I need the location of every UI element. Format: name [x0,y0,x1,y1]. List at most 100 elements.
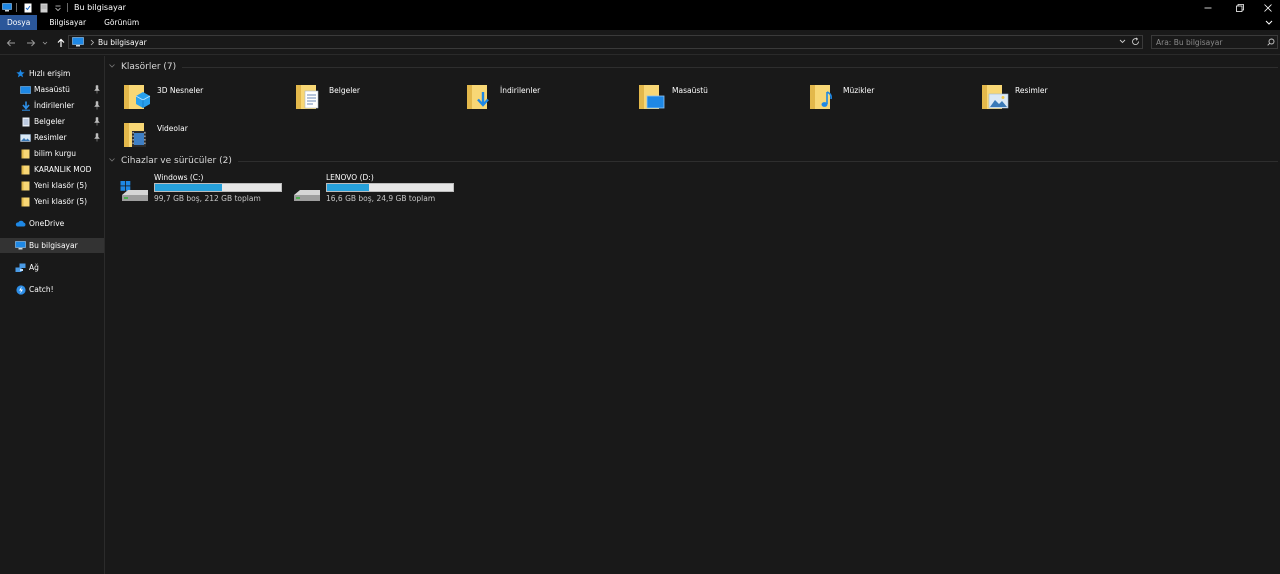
group-header-drives[interactable]: Cihazlar ve sürücüler (2) [106,154,1280,168]
search-input[interactable]: Ara: Bu bilgisayar [1156,38,1267,47]
folder-icon [20,165,31,175]
pin-icon[interactable] [93,133,101,142]
computer-icon [15,241,26,251]
star-icon [15,69,26,79]
group-divider [237,160,1278,162]
sidebar-item-yeni-klasor-1[interactable]: Yeni klasör (5) [0,178,104,193]
window-title: Bu bilgisayar [74,3,126,12]
folder-desktop[interactable]: Masaüstü [638,82,798,114]
expand-ribbon-icon[interactable] [1264,17,1274,27]
desktop-icon [20,85,31,95]
sidebar-item-label: bilim kurgu [34,149,77,158]
properties-icon[interactable] [23,3,33,13]
pictures-folder-icon [981,82,1009,112]
drive-icon [292,181,322,203]
close-button[interactable] [1256,0,1280,15]
pin-icon[interactable] [93,117,101,126]
pictures-icon [20,133,31,143]
minimize-button[interactable] [1192,0,1224,15]
sidebar-item-onedrive[interactable]: OneDrive [0,216,104,231]
folder-label: 3D Nesneler [157,86,204,95]
folder-documents[interactable]: Belgeler [295,82,455,114]
drive-usage-fill [155,184,222,191]
sidebar-item-desktop[interactable]: Masaüstü [0,82,104,97]
sidebar-item-label: Resimler [34,133,67,142]
drive-name: Windows (C:) [154,173,204,182]
tab-gorunum[interactable]: Görünüm [97,15,146,30]
ribbon-tabs: Dosya Bilgisayar Görünüm [0,15,1280,30]
sidebar-item-catch[interactable]: Catch! [0,282,104,297]
downloads-folder-icon [466,82,494,112]
pin-icon[interactable] [93,101,101,110]
drive-usage-bar [326,183,454,192]
sidebar-item-network[interactable]: Ağ [0,260,104,275]
sidebar-item-label: Ağ [29,263,39,272]
new-folder-icon[interactable] [39,3,49,13]
windows-drive-icon [120,181,150,203]
breadcrumb-separator-icon[interactable] [90,39,95,46]
sidebar-item-bilim-kurgu[interactable]: bilim kurgu [0,146,104,161]
search-box[interactable]: Ara: Bu bilgisayar [1151,35,1278,49]
document-icon [20,117,31,127]
pin-icon[interactable] [93,85,101,94]
refresh-icon[interactable] [1131,37,1140,46]
folder-icon [20,149,31,159]
folder-3d-objects[interactable]: 3D Nesneler [123,82,283,114]
drive-space-info: 99,7 GB boş, 212 GB toplam [154,194,261,203]
folder-label: Videolar [157,124,188,133]
recent-locations-icon[interactable] [41,37,49,49]
sidebar-item-yeni-klasor-2[interactable]: Yeni klasör (5) [0,194,104,209]
sidebar-item-downloads[interactable]: İndirilenler [0,98,104,113]
drive-space-info: 16,6 GB boş, 24,9 GB toplam [326,194,436,203]
folder-pictures[interactable]: Resimler [981,82,1141,114]
sidebar-item-karanlik-mod[interactable]: KARANLIK MOD [0,162,104,177]
sidebar-item-this-pc[interactable]: Bu bilgisayar [0,238,104,253]
network-icon [15,263,26,273]
sidebar-item-documents[interactable]: Belgeler [0,114,104,129]
sidebar-item-pictures[interactable]: Resimler [0,130,104,145]
group-divider [182,66,1278,68]
sidebar-item-label: KARANLIK MOD [34,165,92,174]
folder-label: Masaüstü [672,86,708,95]
drive-name: LENOVO (D:) [326,173,374,182]
music-folder-icon [809,82,837,112]
up-button[interactable] [55,37,67,49]
catch-icon [15,284,26,295]
restore-button[interactable] [1224,0,1256,15]
group-title: Klasörler (7) [121,62,177,72]
videos-folder-icon [123,120,151,150]
customize-quick-access-icon[interactable] [53,3,63,13]
sidebar-item-label: Masaüstü [34,85,70,94]
computer-icon [72,37,84,47]
desktop-folder-icon [638,82,666,112]
forward-button[interactable] [25,37,37,49]
folder-videos[interactable]: Videolar [123,120,283,152]
drive-lenovo-d[interactable]: LENOVO (D:) 16,6 GB boş, 24,9 GB toplam [292,173,462,207]
folder-label: İndirilenler [500,86,541,95]
navigation-pane: Hızlı erişim Masaüstü İndirilenler Belge… [0,56,105,574]
address-bar[interactable]: Bu bilgisayar [68,35,1143,49]
tab-dosya[interactable]: Dosya [0,15,38,30]
folder-label: Müzikler [843,86,875,95]
drive-windows-c[interactable]: Windows (C:) 99,7 GB boş, 212 GB toplam [120,173,290,207]
folder-label: Belgeler [329,86,360,95]
download-icon [20,101,31,111]
folder-music[interactable]: Müzikler [809,82,969,114]
sidebar-item-label: Yeni klasör (5) [34,197,88,206]
title-bar: Bu bilgisayar [0,0,1280,15]
sidebar-item-label: Hızlı erişim [29,69,71,78]
address-history-icon[interactable] [1119,38,1126,45]
title-separator [67,3,68,12]
sidebar-item-quick-access[interactable]: Hızlı erişim [0,66,104,81]
chevron-down-icon[interactable] [108,62,118,72]
chevron-down-icon[interactable] [108,156,118,166]
sidebar-item-label: Bu bilgisayar [29,241,78,250]
folder-downloads[interactable]: İndirilenler [466,82,626,114]
tab-bilgisayar[interactable]: Bilgisayar [42,15,93,30]
back-button[interactable] [5,37,17,49]
search-icon[interactable] [1267,38,1275,46]
group-header-folders[interactable]: Klasörler (7) [106,60,1280,74]
cloud-icon [15,219,26,229]
breadcrumb[interactable]: Bu bilgisayar [98,38,147,47]
sidebar-item-label: OneDrive [29,219,65,228]
